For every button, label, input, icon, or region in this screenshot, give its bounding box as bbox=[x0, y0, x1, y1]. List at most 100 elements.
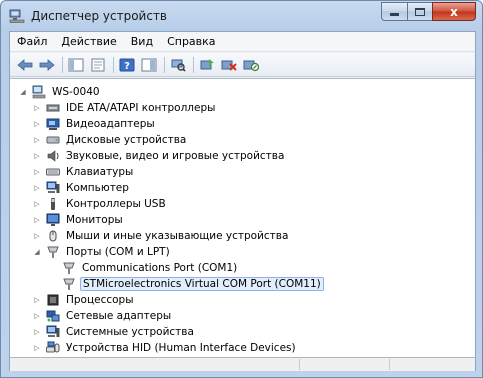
system-device-icon bbox=[46, 325, 60, 337]
action-pane-button[interactable] bbox=[140, 57, 158, 73]
expand-arrow-icon[interactable]: ▷ bbox=[32, 215, 42, 225]
status-cell bbox=[10, 359, 300, 370]
tree-item-label: Контроллеры USB bbox=[66, 198, 166, 210]
expand-arrow-icon[interactable]: ▷ bbox=[32, 311, 42, 321]
processor-icon bbox=[47, 294, 59, 306]
tree-item-disks[interactable]: ▷ Дисковые устройства bbox=[32, 132, 188, 148]
tree-item-keyboards[interactable]: ▷ Клавиатуры bbox=[32, 164, 135, 180]
update-driver-button[interactable] bbox=[198, 57, 216, 73]
tree-item-com11-selected[interactable]: STMicroelectronics Virtual COM Port (COM… bbox=[62, 276, 324, 292]
status-bar bbox=[10, 359, 475, 371]
tree-item-label: Мыши и иные указывающие устройства bbox=[66, 230, 289, 242]
collapse-arrow-icon[interactable]: ◢ bbox=[18, 87, 28, 97]
menu-bar: Файл Действие Вид Справка bbox=[10, 32, 475, 52]
maximize-icon bbox=[415, 7, 425, 16]
toolbar-separator bbox=[62, 56, 63, 73]
help-button[interactable]: ? bbox=[118, 57, 136, 73]
tree-item-network[interactable]: ▷ Сетевые адаптеры bbox=[32, 308, 173, 324]
ide-controller-icon bbox=[46, 104, 60, 112]
tree-item-processors[interactable]: ▷ Процессоры bbox=[32, 292, 136, 308]
forward-button[interactable] bbox=[38, 57, 56, 73]
menu-view[interactable]: Вид bbox=[124, 35, 160, 48]
title-bar[interactable]: Диспетчер устройств x bbox=[1, 1, 483, 31]
forward-icon bbox=[39, 58, 55, 71]
window-controls: x bbox=[381, 2, 476, 21]
back-button[interactable] bbox=[16, 57, 34, 73]
mouse-icon bbox=[49, 230, 57, 242]
maximize-button[interactable] bbox=[407, 2, 432, 21]
tree-item-ide[interactable]: ▷ IDE ATA/ATAPI контроллеры bbox=[32, 100, 217, 116]
window-title: Диспетчер устройств bbox=[31, 9, 168, 23]
tree-item-label: Видеоадаптеры bbox=[66, 118, 155, 130]
properties-button[interactable] bbox=[89, 57, 107, 73]
show-hide-tree-button[interactable] bbox=[67, 57, 85, 73]
tree-item-usb[interactable]: ▷ Контроллеры USB bbox=[32, 196, 168, 212]
back-icon bbox=[17, 58, 33, 71]
close-button[interactable]: x bbox=[432, 2, 476, 21]
tree-item-label: Communications Port (COM1) bbox=[82, 262, 238, 274]
status-cell bbox=[300, 359, 390, 370]
expand-arrow-icon[interactable]: ▷ bbox=[32, 167, 42, 177]
expand-arrow-icon[interactable]: ▷ bbox=[32, 231, 42, 241]
tree-item-mice[interactable]: ▷ Мыши и иные указывающие устройства bbox=[32, 228, 290, 244]
toolbar-separator bbox=[113, 56, 114, 73]
tree-item-label: STMicroelectronics Virtual COM Port (COM… bbox=[80, 277, 324, 291]
computer-icon bbox=[46, 181, 60, 193]
tree-item-computer[interactable]: ▷ Компьютер bbox=[32, 180, 131, 196]
tree-item-label: Устройства HID (Human Interface Devices) bbox=[66, 342, 296, 354]
close-icon: x bbox=[450, 4, 458, 19]
tree-item-label: Компьютер bbox=[66, 182, 129, 194]
expand-arrow-icon[interactable]: ▷ bbox=[32, 343, 42, 353]
collapse-arrow-icon[interactable]: ◢ bbox=[32, 247, 42, 257]
menu-help[interactable]: Справка bbox=[160, 35, 222, 48]
show-hide-tree-icon bbox=[68, 58, 84, 71]
uninstall-icon bbox=[221, 60, 237, 71]
properties-icon bbox=[91, 58, 105, 71]
menu-file[interactable]: Файл bbox=[10, 35, 54, 48]
tree-item-hid[interactable]: ▷ Устройства HID (Human Interface Device… bbox=[32, 340, 298, 356]
expand-arrow-icon[interactable]: ▷ bbox=[32, 183, 42, 193]
minimize-button[interactable] bbox=[381, 2, 407, 21]
menu-action[interactable]: Действие bbox=[54, 35, 123, 48]
expand-arrow-icon[interactable]: ▷ bbox=[32, 199, 42, 209]
computer-icon bbox=[32, 85, 46, 99]
client-area: Файл Действие Вид Справка ? ◢ WS-0040 ▷ … bbox=[9, 31, 476, 371]
update-driver-icon bbox=[200, 58, 214, 69]
tree-item-label: Сетевые адаптеры bbox=[66, 310, 172, 322]
expand-arrow-icon[interactable]: ▷ bbox=[32, 135, 42, 145]
tree-item-ports[interactable]: ◢ Порты (COM и LPT) bbox=[32, 244, 172, 260]
tree-item-label: Мониторы bbox=[66, 214, 123, 226]
toolbar-separator bbox=[193, 56, 194, 73]
disable-button[interactable] bbox=[242, 57, 260, 73]
expand-arrow-icon[interactable]: ▷ bbox=[32, 327, 42, 337]
disk-drive-icon bbox=[46, 136, 60, 144]
scan-hardware-button[interactable] bbox=[169, 57, 187, 73]
display-adapter-icon bbox=[46, 118, 60, 130]
expand-arrow-icon[interactable]: ▷ bbox=[32, 151, 42, 161]
window-frame: Диспетчер устройств x Файл Действие Вид … bbox=[0, 0, 483, 378]
tree-item-sound[interactable]: ▷ Звуковые, видео и игровые устройства bbox=[32, 148, 286, 164]
disable-icon bbox=[243, 60, 259, 71]
monitor-icon bbox=[46, 213, 60, 226]
tree-item-label: Системные устройства bbox=[66, 326, 194, 338]
device-tree[interactable]: ◢ WS-0040 ▷ IDE ATA/ATAPI контроллеры ▷ … bbox=[10, 78, 475, 358]
tree-root[interactable]: ◢ WS-0040 bbox=[18, 84, 102, 100]
tree-item-label: Дисковые устройства bbox=[66, 134, 187, 146]
expand-arrow-icon[interactable]: ▷ bbox=[32, 295, 42, 305]
minimize-icon bbox=[390, 13, 399, 16]
tree-item-com1[interactable]: Communications Port (COM1) bbox=[62, 260, 239, 276]
uninstall-button[interactable] bbox=[220, 57, 238, 73]
keyboard-icon bbox=[46, 168, 60, 176]
hid-icon bbox=[46, 341, 60, 353]
port-icon bbox=[47, 246, 59, 258]
sound-icon bbox=[47, 150, 59, 162]
tree-item-video[interactable]: ▷ Видеоадаптеры bbox=[32, 116, 157, 132]
tree-item-monitors[interactable]: ▷ Мониторы bbox=[32, 212, 125, 228]
tree-item-label: IDE ATA/ATAPI контроллеры bbox=[66, 102, 216, 114]
tree-item-system[interactable]: ▷ Системные устройства bbox=[32, 324, 196, 340]
toolbar-separator bbox=[164, 56, 165, 73]
toolbar: ? bbox=[10, 53, 475, 77]
expand-arrow-icon[interactable]: ▷ bbox=[32, 103, 42, 113]
svg-text:?: ? bbox=[124, 61, 130, 72]
expand-arrow-icon[interactable]: ▷ bbox=[32, 119, 42, 129]
